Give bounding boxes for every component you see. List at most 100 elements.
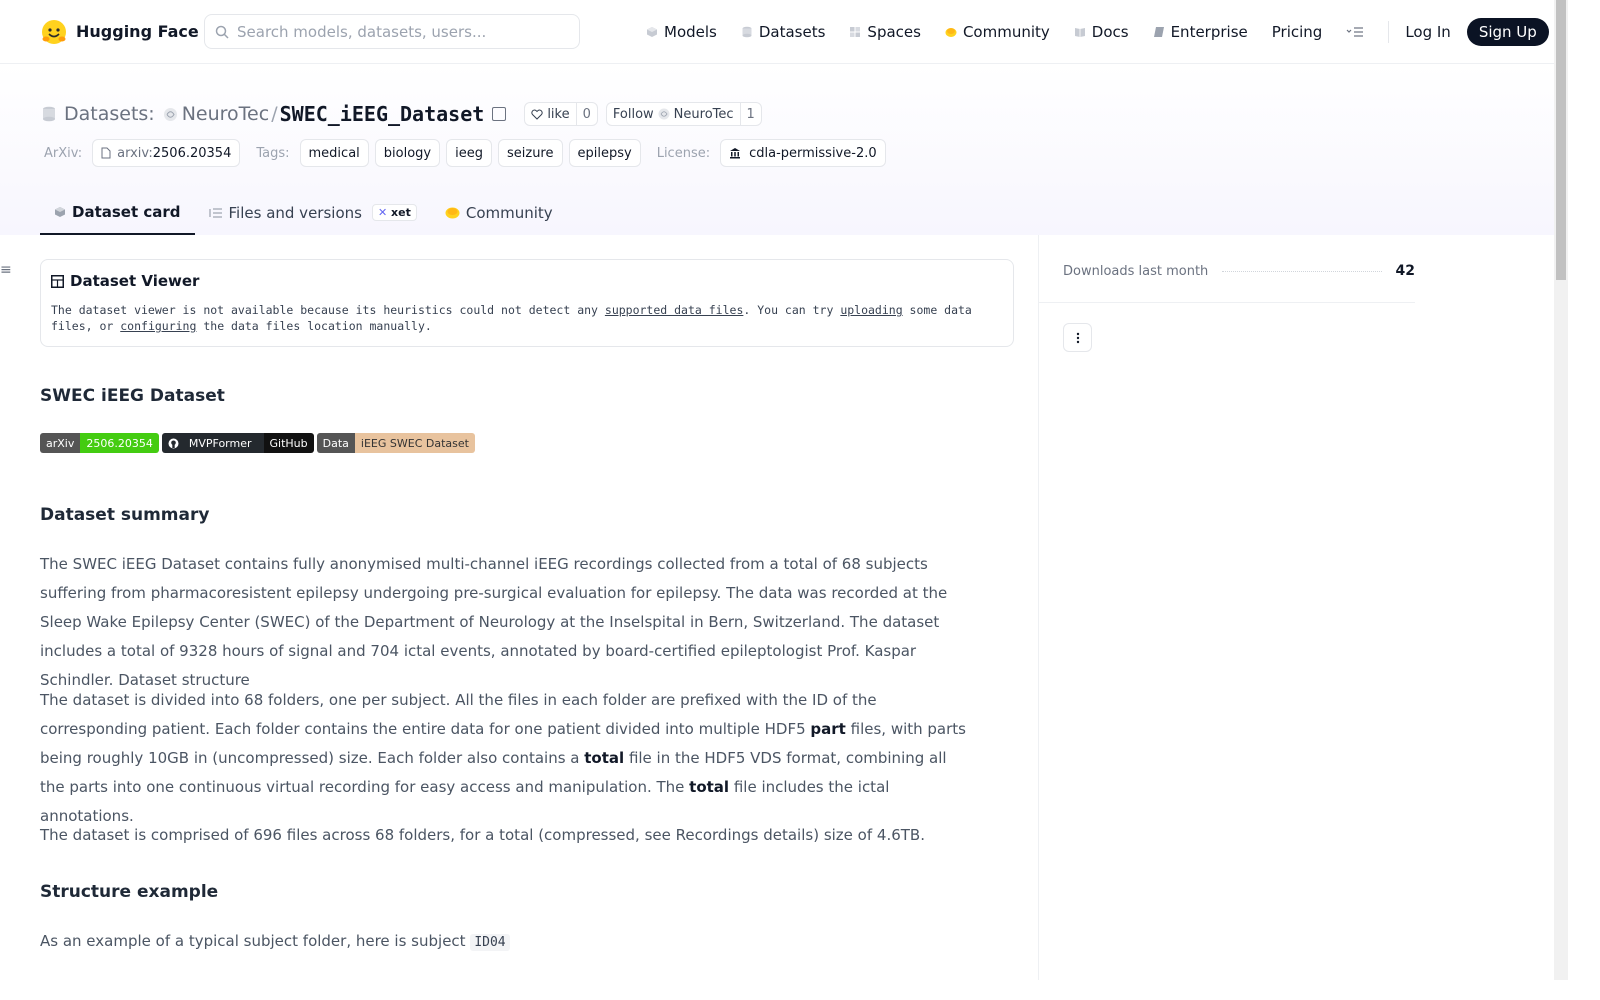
structure-example-heading: Structure example <box>40 882 219 902</box>
search-input[interactable] <box>237 22 557 41</box>
like-button[interactable]: like 0 <box>524 102 598 126</box>
org-name: NeuroTec <box>181 103 270 125</box>
signup-button[interactable]: Sign Up <box>1466 18 1549 46</box>
github-icon <box>168 438 179 448</box>
tag-ieeg[interactable]: ieeg <box>446 139 492 167</box>
nav-models-label: Models <box>664 23 717 41</box>
page-scrollbar[interactable] <box>1554 0 1568 980</box>
tab-files-and-versions[interactable]: Files and versions ✕ xet <box>195 190 431 235</box>
search-box[interactable] <box>204 14 580 49</box>
arxiv-badge-left: arXiv <box>40 433 81 453</box>
follow-count: 1 <box>739 103 761 125</box>
data-badge[interactable]: Data iEEG SWEC Dataset <box>316 433 475 453</box>
repo-name[interactable]: SWEC_iEEG_Dataset <box>280 102 485 126</box>
repo-tabs: Dataset card Files and versions ✕ xet Co… <box>40 190 567 235</box>
p2-text-a: The dataset is divided into 68 folders, … <box>40 691 877 738</box>
tab-community-label: Community <box>465 203 553 222</box>
arxiv-badge[interactable]: arXiv 2506.20354 <box>40 433 159 453</box>
content-title: SWEC iEEG Dataset <box>40 386 225 406</box>
more-menu-icon <box>1346 27 1364 37</box>
tag-biology[interactable]: biology <box>374 139 441 167</box>
more-options-button[interactable] <box>1063 323 1092 352</box>
files-icon <box>208 207 222 218</box>
nav-docs[interactable]: Docs <box>1074 23 1129 41</box>
viewer-text-1: The dataset viewer is not available beca… <box>51 303 605 317</box>
github-badge[interactable]: MVPFormer GitHub <box>161 433 314 453</box>
like-label: like <box>547 106 570 122</box>
login-link[interactable]: Log In <box>1405 23 1451 41</box>
nav-community-label: Community <box>962 23 1050 41</box>
dataset-viewer-title: Dataset Viewer <box>70 272 200 290</box>
repo-title-row: Datasets: NeuroTec / SWEC_iEEG_Dataset l… <box>42 100 762 128</box>
p2-total-2: total <box>689 778 730 796</box>
summary-heading: Dataset summary <box>40 505 210 525</box>
license-value: cdla-permissive-2.0 <box>749 145 877 161</box>
sidebar-divider <box>1039 302 1415 303</box>
kebab-menu-icon <box>1076 332 1079 343</box>
nav-datasets-label: Datasets <box>758 23 826 41</box>
tag-medical[interactable]: medical <box>299 139 369 167</box>
arxiv-prefix: arxiv: <box>117 145 153 161</box>
github-badge-left-label: MVPFormer <box>188 436 252 450</box>
viewer-text-2: . You can try <box>743 303 841 317</box>
badges-row: arXiv 2506.20354 MVPFormer GitHub Data i… <box>40 433 475 453</box>
toc-toggle-icon[interactable]: ≡ <box>0 262 12 278</box>
tag-seizure[interactable]: seizure <box>497 139 563 167</box>
nav-enterprise[interactable]: Enterprise <box>1153 23 1248 41</box>
arxiv-badge-right: 2506.20354 <box>80 433 159 453</box>
tab-files-label: Files and versions <box>228 203 362 222</box>
org-link[interactable]: NeuroTec <box>163 103 269 125</box>
arxiv-tag[interactable]: arxiv: 2506.20354 <box>92 139 241 167</box>
nav-datasets[interactable]: Datasets <box>741 23 826 41</box>
like-count: 0 <box>575 103 597 125</box>
tags-label: Tags: <box>256 145 290 161</box>
data-badge-right: iEEG SWEC Dataset <box>354 433 475 453</box>
tag-epilepsy[interactable]: epilepsy <box>568 139 641 167</box>
right-sidebar: Downloads last month 42 <box>1038 235 1554 980</box>
uploading-link[interactable]: uploading <box>840 303 902 317</box>
p2-part: part <box>810 720 846 738</box>
downloads-stat: Downloads last month 42 <box>1063 263 1415 279</box>
arxiv-id: 2506.20354 <box>152 145 232 161</box>
heart-icon <box>531 109 543 120</box>
org-avatar-icon <box>163 107 177 121</box>
subject-id-code: ID04 <box>470 934 510 951</box>
scrollbar-thumb[interactable] <box>1556 0 1566 280</box>
nav-community[interactable]: Community <box>945 23 1050 41</box>
downloads-label: Downloads last month <box>1063 263 1209 279</box>
tab-dataset-card-label: Dataset card <box>72 202 181 221</box>
community-icon <box>945 28 957 37</box>
xet-badge-label: xet <box>391 206 411 219</box>
copy-icon[interactable] <box>492 107 507 121</box>
repo-type-label[interactable]: Datasets: <box>64 103 155 125</box>
nav-pricing[interactable]: Pricing <box>1272 23 1323 41</box>
nav-spaces-label: Spaces <box>867 23 921 41</box>
dataset-icon <box>43 106 55 122</box>
dataset-viewer-panel: Dataset Viewer The dataset viewer is not… <box>40 259 1014 347</box>
nav-enterprise-label: Enterprise <box>1170 23 1248 41</box>
configuring-link[interactable]: configuring <box>120 319 196 333</box>
enterprise-icon <box>1153 27 1164 37</box>
nav-pricing-label: Pricing <box>1271 23 1323 41</box>
downloads-value: 42 <box>1395 263 1415 279</box>
tab-community[interactable]: Community <box>431 190 567 235</box>
nav-models[interactable]: Models <box>646 23 717 41</box>
institution-icon <box>730 148 741 159</box>
spaces-icon <box>850 27 861 37</box>
github-badge-left: MVPFormer <box>161 433 264 453</box>
community-icon <box>445 207 460 219</box>
follow-label: Follow <box>612 106 654 122</box>
data-badge-left: Data <box>316 433 355 453</box>
nav-more[interactable] <box>1346 26 1364 38</box>
tab-dataset-card[interactable]: Dataset card <box>40 190 195 235</box>
viewer-text-4: the data files location manually. <box>196 319 432 333</box>
book-icon <box>1074 28 1085 37</box>
paper-icon <box>101 147 111 159</box>
nav-spaces[interactable]: Spaces <box>849 23 921 41</box>
license-tag[interactable]: cdla-permissive-2.0 <box>720 139 886 167</box>
follow-button[interactable]: Follow NeuroTec 1 <box>605 102 762 126</box>
tags-list: medical biology ieeg seizure epilepsy <box>299 139 641 167</box>
database-icon <box>742 26 752 38</box>
brand-link[interactable]: Hugging Face <box>40 18 199 46</box>
supported-data-files-link[interactable]: supported data files <box>605 303 743 317</box>
